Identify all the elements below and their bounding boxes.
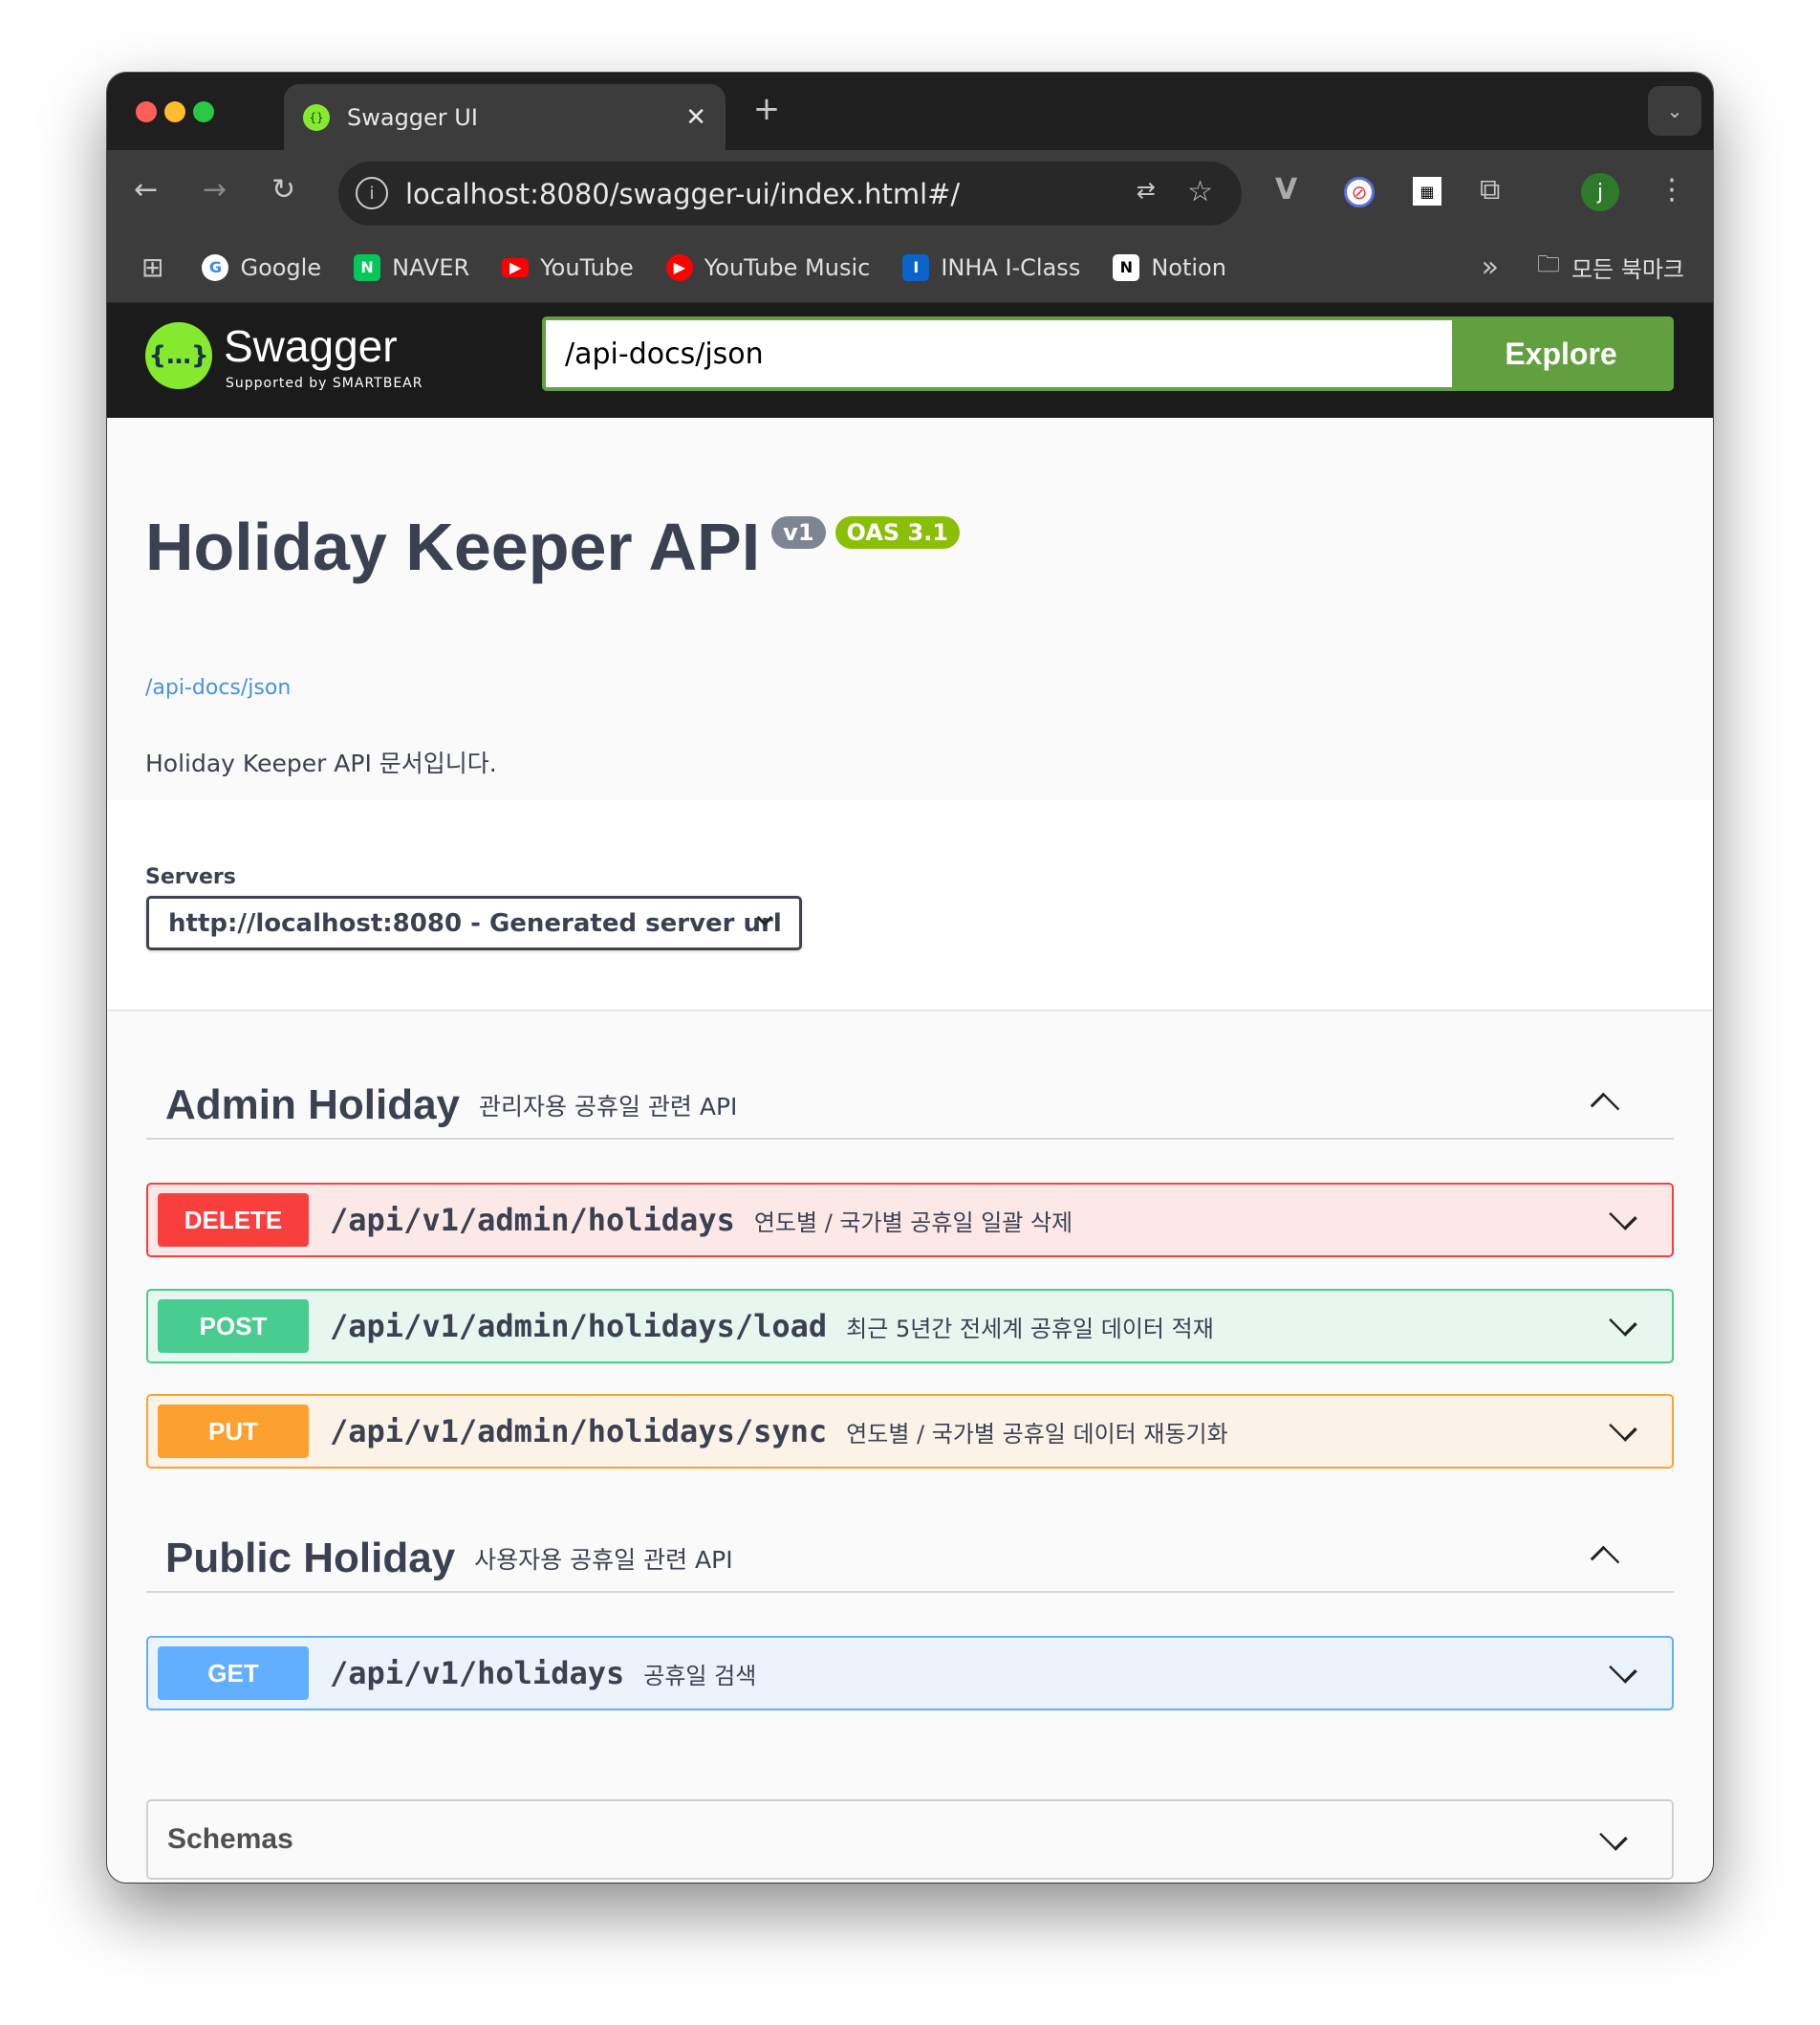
browser-window: {} Swagger UI ✕ + ⌄ ← → ↻ i localhost:80… bbox=[107, 73, 1713, 1883]
new-tab-icon[interactable]: + bbox=[748, 90, 786, 128]
minimize-window-button[interactable] bbox=[164, 101, 185, 122]
operation-path: /api/v1/admin/holidays/sync bbox=[330, 1413, 828, 1449]
operation-path: /api/v1/admin/holidays bbox=[330, 1202, 735, 1238]
tab-bar: {} Swagger UI ✕ + ⌄ bbox=[107, 73, 1713, 150]
spec-link[interactable]: /api-docs/json bbox=[145, 676, 291, 700]
smartbear-text: Supported by SMARTBEAR bbox=[226, 376, 423, 391]
site-info-icon[interactable]: i bbox=[356, 177, 388, 209]
api-title: Holiday Keeper API bbox=[145, 510, 761, 584]
close-tab-icon[interactable]: ✕ bbox=[685, 103, 706, 132]
address-bar[interactable]: i localhost:8080/swagger-ui/index.html#/… bbox=[338, 162, 1242, 226]
maximize-window-button[interactable] bbox=[193, 101, 214, 122]
tag-name: Public Holiday bbox=[165, 1535, 456, 1581]
swagger-logo-icon: {…} bbox=[145, 322, 212, 389]
bookmark-star-icon[interactable]: ☆ bbox=[1187, 175, 1213, 208]
servers-selected-value: http://localhost:8080 - Generated server… bbox=[168, 908, 782, 938]
bookmark-label: NAVER bbox=[392, 253, 470, 281]
forward-icon[interactable]: → bbox=[203, 173, 227, 207]
bookmark-notion[interactable]: N Notion bbox=[1113, 253, 1226, 281]
bookmark-label: Google bbox=[240, 253, 322, 281]
folder-icon: 🗀 bbox=[1536, 250, 1560, 277]
chevron-down-icon[interactable] bbox=[1609, 1655, 1637, 1684]
operation-delete-holidays[interactable]: DELETE /api/v1/admin/holidays 연도별 / 국가별 … bbox=[146, 1183, 1674, 1257]
tag-admin-holiday[interactable]: Admin Holiday 관리자용 공휴일 관련 API bbox=[146, 1073, 1674, 1140]
chevron-down-icon[interactable] bbox=[1599, 1822, 1628, 1851]
info-section: Holiday Keeper API v1 OAS 3.1 /api-docs/… bbox=[107, 418, 1713, 800]
vimium-extension-icon[interactable]: V bbox=[1275, 173, 1297, 207]
oas-badge: OAS 3.1 bbox=[834, 516, 961, 549]
chevron-up-icon[interactable] bbox=[1590, 1545, 1620, 1576]
operation-get-holidays[interactable]: GET /api/v1/holidays 공휴일 검색 bbox=[146, 1636, 1674, 1710]
api-description: Holiday Keeper API 문서입니다. bbox=[145, 750, 497, 777]
tag-description: 사용자용 공휴일 관련 API bbox=[474, 1546, 733, 1574]
toolbar: ← → ↻ i localhost:8080/swagger-ui/index.… bbox=[107, 150, 1713, 232]
bookmark-label: 모든 북마크 bbox=[1571, 256, 1684, 283]
bookmark-label: YouTube Music bbox=[704, 253, 871, 281]
operation-path: /api/v1/holidays bbox=[330, 1655, 625, 1691]
explore-button[interactable]: Explore bbox=[1452, 320, 1670, 387]
servers-select[interactable]: http://localhost:8080 - Generated server… bbox=[146, 896, 802, 950]
blocker-extension-icon[interactable]: ⊘ bbox=[1344, 177, 1375, 207]
chevron-down-icon[interactable] bbox=[1609, 1308, 1637, 1337]
servers-label: Servers bbox=[145, 865, 236, 889]
bookmark-naver[interactable]: N NAVER bbox=[354, 253, 470, 281]
menu-kebab-icon[interactable]: ⋮ bbox=[1658, 173, 1686, 207]
bookmarks-bar: ⊞ G Google N NAVER ▶ YouTube ▶ YouTube Music… bbox=[107, 232, 1713, 303]
qr-code-extension-icon[interactable]: ▦ bbox=[1413, 177, 1441, 206]
tag-public-holiday[interactable]: Public Holiday 사용자용 공휴일 관련 API bbox=[146, 1526, 1674, 1593]
method-badge: POST bbox=[158, 1299, 309, 1353]
translate-icon[interactable]: ⇄ bbox=[1137, 177, 1156, 204]
schemas-section[interactable]: Schemas bbox=[146, 1799, 1674, 1880]
inha-icon: I bbox=[902, 253, 930, 281]
close-window-button[interactable] bbox=[136, 101, 157, 122]
bookmark-label: Notion bbox=[1151, 253, 1226, 281]
tag-description: 관리자용 공휴일 관련 API bbox=[479, 1093, 738, 1121]
bookmark-label: INHA I-Class bbox=[941, 253, 1081, 281]
swagger-topbar: {…} Swagger Supported by SMARTBEAR /api-… bbox=[107, 303, 1713, 418]
tag-name: Admin Holiday bbox=[165, 1081, 461, 1128]
servers-section: Servers http://localhost:8080 - Generate… bbox=[107, 800, 1713, 1010]
bookmark-youtube-music[interactable]: ▶ YouTube Music bbox=[665, 253, 871, 281]
profile-avatar[interactable]: j bbox=[1581, 173, 1619, 211]
operation-summary: 최근 5년간 전세계 공휴일 데이터 적재 bbox=[846, 1315, 1214, 1342]
swagger-logo-text: Swagger bbox=[224, 321, 398, 371]
reload-icon[interactable]: ↻ bbox=[271, 173, 295, 207]
chevron-down-icon[interactable] bbox=[1609, 1413, 1637, 1442]
operation-path: /api/v1/admin/holidays/load bbox=[330, 1308, 828, 1344]
youtube-icon: ▶ bbox=[502, 257, 530, 277]
method-badge: DELETE bbox=[158, 1193, 309, 1247]
extensions-puzzle-icon[interactable]: ⧉ bbox=[1480, 173, 1500, 207]
google-icon: G bbox=[202, 253, 229, 281]
bookmark-google[interactable]: G Google bbox=[202, 253, 322, 281]
operation-summary: 연도별 / 국가별 공휴일 데이터 재동기화 bbox=[846, 1420, 1228, 1448]
spec-url-input[interactable]: /api-docs/json bbox=[546, 320, 1452, 387]
tab-title: Swagger UI bbox=[347, 103, 478, 131]
method-badge: PUT bbox=[158, 1404, 309, 1458]
operation-summary: 연도별 / 국가별 공휴일 일괄 삭제 bbox=[753, 1208, 1073, 1236]
schemas-title: Schemas bbox=[167, 1823, 293, 1855]
apps-grid-icon[interactable]: ⊞ bbox=[141, 251, 163, 283]
url-text: localhost:8080/swagger-ui/index.html#/ bbox=[405, 177, 961, 210]
operation-put-sync[interactable]: PUT /api/v1/admin/holidays/sync 연도별 / 국가… bbox=[146, 1394, 1674, 1469]
bookmark-youtube[interactable]: ▶ YouTube bbox=[502, 254, 634, 281]
swagger-favicon-icon: {} bbox=[303, 103, 330, 131]
youtube-music-icon: ▶ bbox=[665, 253, 693, 281]
bookmark-label: YouTube bbox=[540, 253, 634, 281]
version-badge: v1 bbox=[771, 516, 826, 549]
more-bookmarks-icon[interactable]: » bbox=[1482, 250, 1499, 284]
operation-post-load[interactable]: POST /api/v1/admin/holidays/load 최근 5년간 … bbox=[146, 1289, 1674, 1363]
method-badge: GET bbox=[158, 1646, 309, 1700]
chevron-up-icon[interactable] bbox=[1590, 1092, 1620, 1122]
tab-search-chevron-icon[interactable]: ⌄ bbox=[1648, 86, 1701, 136]
notion-icon: N bbox=[1113, 253, 1140, 281]
naver-icon: N bbox=[354, 253, 381, 281]
tab-swagger-ui[interactable]: {} Swagger UI ✕ bbox=[284, 84, 726, 150]
back-icon[interactable]: ← bbox=[134, 173, 158, 207]
spec-url-form: /api-docs/json Explore bbox=[542, 316, 1674, 391]
chevron-down-icon[interactable] bbox=[1609, 1202, 1637, 1230]
all-bookmarks-folder[interactable]: 🗀 모든 북마크 bbox=[1537, 248, 1684, 287]
bookmark-inha[interactable]: I INHA I-Class bbox=[902, 253, 1081, 281]
operation-summary: 공휴일 검색 bbox=[643, 1662, 757, 1689]
